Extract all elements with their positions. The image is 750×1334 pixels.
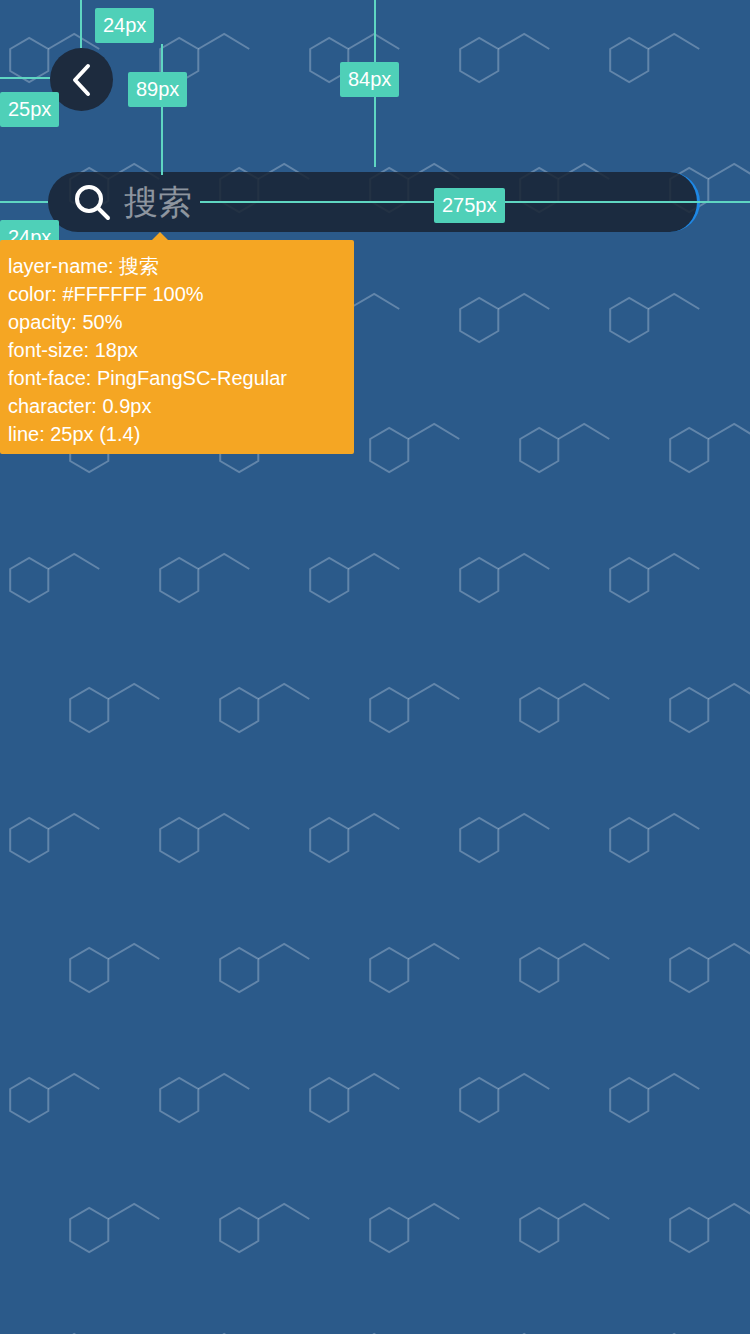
measure-label: 84px — [340, 62, 399, 97]
spec-line: font-face: PingFangSC-Regular — [8, 364, 346, 392]
magnifier-icon — [72, 182, 112, 222]
back-button[interactable] — [50, 48, 113, 111]
measure-label: 89px — [128, 72, 187, 107]
chevron-left-icon — [70, 63, 94, 97]
measure-line — [80, 0, 82, 48]
spec-line: opacity: 50% — [8, 308, 346, 336]
measure-label: 24px — [95, 8, 154, 43]
app-screen: 24px89px84px25px24px275pxlayer-name: 搜索c… — [0, 0, 750, 1334]
spec-line: color: #FFFFFF 100% — [8, 280, 346, 308]
spec-line: line: 25px (1.4) — [8, 420, 346, 448]
spec-line: font-size: 18px — [8, 336, 346, 364]
measure-line — [0, 77, 50, 79]
spec-line: character: 0.9px — [8, 392, 346, 420]
spec-tooltip: layer-name: 搜索color: #FFFFFF 100%opacity… — [0, 240, 354, 454]
measure-line — [161, 44, 163, 175]
measure-label: 275px — [434, 188, 505, 223]
measure-label: 25px — [0, 92, 59, 127]
measure-line — [0, 201, 48, 203]
spec-line: layer-name: 搜索 — [8, 252, 346, 280]
